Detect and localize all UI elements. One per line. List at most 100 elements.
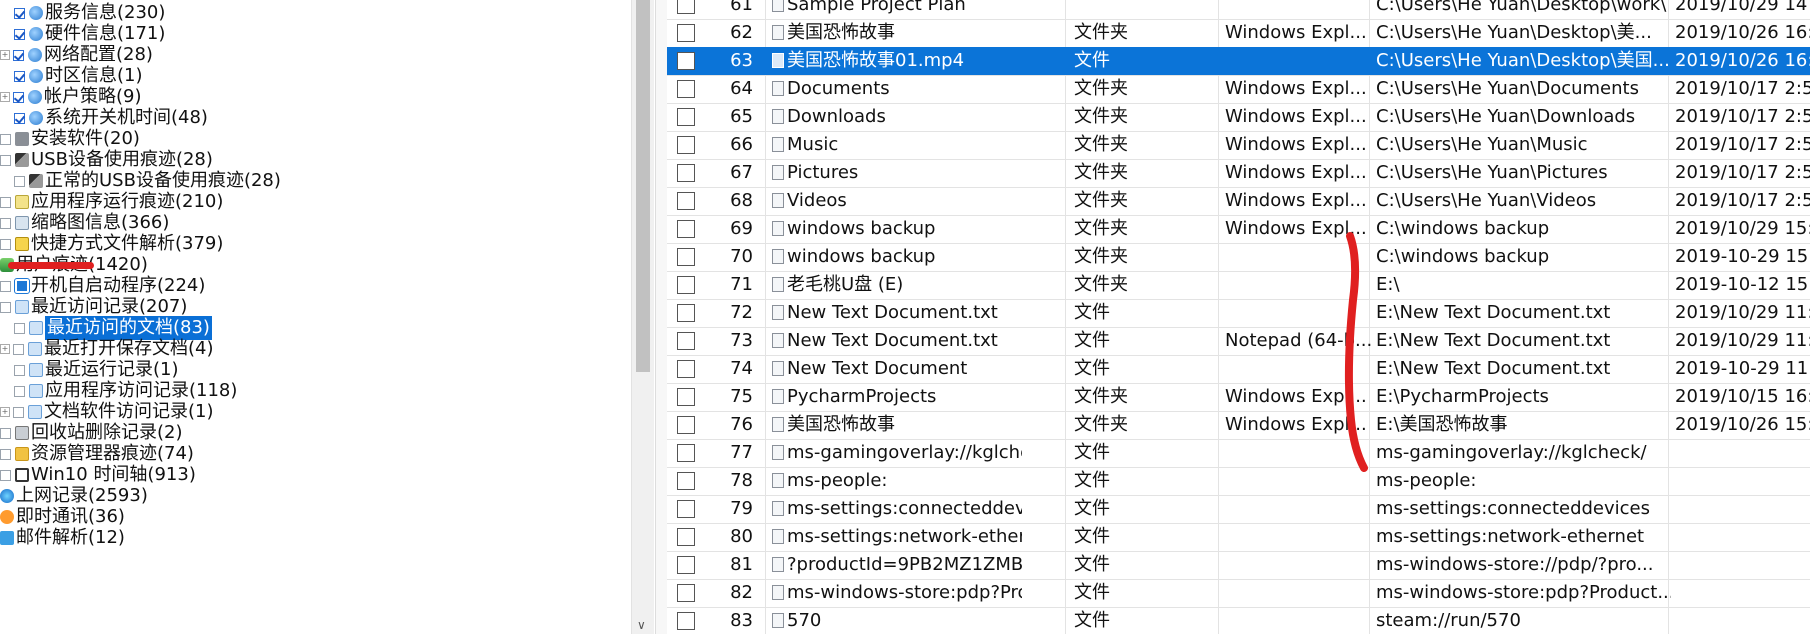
checkbox-icon[interactable] — [0, 133, 11, 145]
checkbox-icon[interactable] — [0, 301, 11, 313]
table-row[interactable]: 62 美国恐怖故事 文件夹 Windows Expl... C:\Users\He Yu… — [667, 19, 1810, 48]
name-cell: windows backup — [772, 243, 1022, 271]
row-checkbox[interactable] — [677, 24, 695, 42]
row-checkbox[interactable] — [677, 360, 695, 378]
checkbox-icon[interactable] — [0, 238, 11, 250]
table-row[interactable]: 76 美国恐怖故事 文件夹 Windows Expl... E:\美国恐怖故事 2019/… — [667, 411, 1810, 440]
row-checkbox[interactable] — [677, 612, 695, 630]
checkbox-icon[interactable] — [14, 364, 25, 376]
checkbox-icon[interactable] — [13, 91, 24, 103]
name-text: ms-windows-store:pdp?Produ... — [787, 582, 1022, 603]
table-row[interactable]: 67 Pictures 文件夹 Windows Expl... C:\Users\He … — [667, 159, 1810, 188]
row-checkbox[interactable] — [677, 304, 695, 322]
row-checkbox[interactable] — [677, 136, 695, 154]
row-checkbox[interactable] — [677, 192, 695, 210]
date-cell: 2019/10/26 16: — [1675, 50, 1810, 71]
row-checkbox[interactable] — [677, 276, 695, 294]
app-cell — [1225, 243, 1373, 271]
row-checkbox[interactable] — [677, 220, 695, 238]
row-checkbox[interactable] — [677, 164, 695, 182]
row-checkbox[interactable] — [677, 500, 695, 518]
expand-icon[interactable]: + — [0, 50, 10, 60]
app-icon — [15, 195, 29, 209]
expand-icon[interactable]: + — [0, 344, 10, 354]
name-cell: Pictures — [772, 159, 1022, 187]
table-row[interactable]: 74 New Text Document 文件 E:\New Text Documen… — [667, 355, 1810, 384]
row-checkbox[interactable] — [677, 332, 695, 350]
name-text: Music — [787, 134, 839, 155]
row-checkbox[interactable] — [677, 416, 695, 434]
evidence-tree: 服务信息(230) 硬件信息(171) + 网络配置(28) 时区信息(1) + 帐… — [0, 0, 655, 634]
table-row[interactable]: 69 windows backup 文件夹 Windows Expl... C:\win… — [667, 215, 1810, 244]
name-text: Downloads — [787, 106, 886, 127]
checkbox-icon[interactable] — [0, 280, 11, 292]
checkbox-icon[interactable] — [13, 49, 24, 61]
date-cell: 2019/10/17 2:5 — [1675, 78, 1810, 99]
file-icon — [772, 305, 784, 320]
expand-icon[interactable]: + — [0, 407, 10, 417]
row-checkbox[interactable] — [677, 584, 695, 602]
row-number: 67 — [730, 162, 753, 183]
row-checkbox[interactable] — [677, 0, 695, 14]
row-checkbox[interactable] — [677, 80, 695, 98]
row-checkbox[interactable] — [677, 248, 695, 266]
row-checkbox[interactable] — [677, 444, 695, 462]
table-row[interactable]: 68 Videos 文件夹 Windows Expl... C:\Users\He Yu… — [667, 187, 1810, 216]
checkbox-icon[interactable] — [0, 469, 11, 481]
row-checkbox-cell — [677, 0, 697, 19]
checkbox-icon[interactable] — [14, 385, 25, 397]
checkbox-icon[interactable] — [14, 322, 25, 334]
checkbox-icon[interactable] — [0, 427, 11, 439]
table-row[interactable]: 78 ms-people: 文件 ms-people: — [667, 467, 1810, 496]
checkbox-icon[interactable] — [14, 28, 25, 40]
row-checkbox[interactable] — [677, 388, 695, 406]
checkbox-icon[interactable] — [0, 154, 11, 166]
table-row[interactable]: 79 ms-settings:connecteddevices 文件 ms-setti… — [667, 495, 1810, 524]
table-row[interactable]: 72 New Text Document.txt 文件 E:\New Text Doc… — [667, 299, 1810, 328]
table-row[interactable]: 82 ms-windows-store:pdp?Produ... 文件 ms-wind… — [667, 579, 1810, 608]
path-cell: C:\Users\He Yuan\Videos — [1376, 190, 1597, 211]
table-row[interactable]: 64 Documents 文件夹 Windows Expl... C:\Users\He… — [667, 75, 1810, 104]
table-row[interactable]: 66 Music 文件夹 Windows Expl... C:\Users\He Yua… — [667, 131, 1810, 160]
row-checkbox[interactable] — [677, 556, 695, 574]
checkbox-icon[interactable] — [13, 406, 24, 418]
name-text: ms-people: — [787, 470, 888, 491]
row-checkbox[interactable] — [677, 52, 695, 70]
file-icon — [772, 389, 784, 404]
table-row[interactable]: 65 Downloads 文件夹 Windows Expl... C:\Users\He… — [667, 103, 1810, 132]
checkbox-icon[interactable] — [14, 70, 25, 82]
checkbox-icon[interactable] — [14, 112, 25, 124]
row-checkbox[interactable] — [677, 108, 695, 126]
tree-node-mail-parsing[interactable]: 邮件解析(12) — [0, 526, 125, 550]
checkbox-icon[interactable] — [13, 343, 24, 355]
scroll-down-arrow-icon[interactable]: ∨ — [637, 618, 646, 632]
checkbox-icon[interactable] — [14, 175, 25, 187]
checkbox-icon[interactable] — [0, 196, 11, 208]
table-row[interactable]: 83 570 文件 steam://run/570 — [667, 607, 1810, 634]
row-checkbox[interactable] — [677, 528, 695, 546]
expand-icon[interactable]: + — [0, 92, 10, 102]
name-text: 美国恐怖故事01.mp4 — [787, 50, 965, 71]
app-cell — [1225, 47, 1373, 75]
file-icon — [772, 165, 784, 180]
row-checkbox[interactable] — [677, 472, 695, 490]
table-row[interactable]: 81 ?productId=9PB2MZ1ZMB1... 文件 ms-windows-… — [667, 551, 1810, 580]
checkbox-icon[interactable] — [0, 217, 11, 229]
checkbox-icon[interactable] — [14, 7, 25, 19]
checkbox-icon[interactable] — [0, 448, 11, 460]
table-row[interactable]: 71 老毛桃U盘 (E) 文件夹 E:\ 2019-10-12 15: — [667, 271, 1810, 300]
table-row[interactable]: 77 ms-gamingoverlay://kglcheck/文件 ms-gamin… — [667, 439, 1810, 468]
table-row[interactable]: 63 美国恐怖故事01.mp4 文件 C:\Users\He Yuan\Desktop… — [667, 47, 1810, 76]
scrollbar-thumb[interactable] — [636, 0, 650, 372]
app-cell — [1225, 607, 1373, 634]
recycle-bin-icon — [15, 426, 29, 440]
table-row[interactable]: 61 Sample Project Plan C:\Users\He Yuan\De… — [667, 0, 1810, 20]
app-cell: Windows Expl... — [1225, 78, 1367, 99]
table-row[interactable]: 70 windows backup 文件夹 C:\windows backup 2019… — [667, 243, 1810, 272]
table-row[interactable]: 75 PycharmProjects 文件夹 Windows Expl... E:\Py… — [667, 383, 1810, 412]
tree-vertical-scrollbar[interactable]: ∨ — [631, 0, 654, 634]
row-number: 69 — [730, 218, 753, 239]
table-row[interactable]: 80 ms-settings:network-ethernet 文件 ms-setti… — [667, 523, 1810, 552]
table-row[interactable]: 73 New Text Document.txt 文件 Notepad (64-b..… — [667, 327, 1810, 356]
date-cell — [1675, 579, 1810, 607]
